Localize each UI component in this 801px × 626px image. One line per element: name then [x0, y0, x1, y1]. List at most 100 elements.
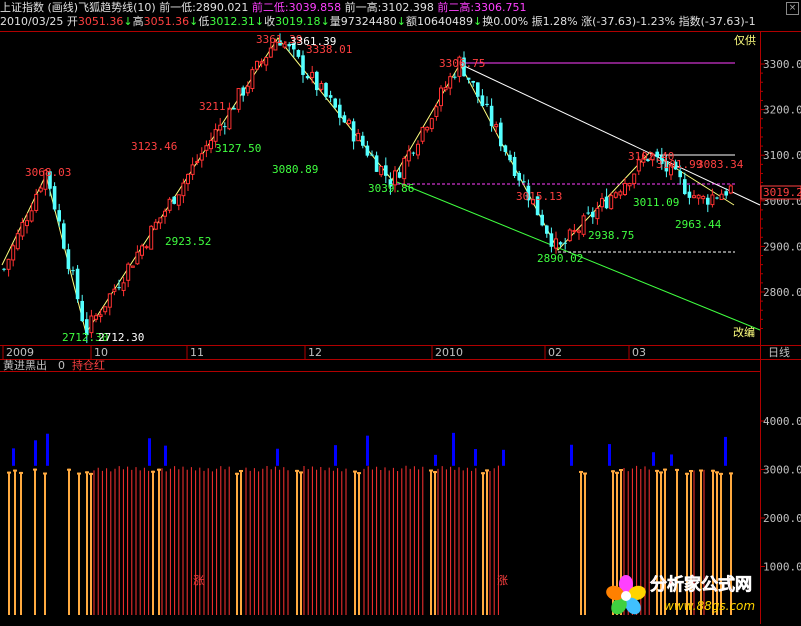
indicator-bar-orange	[240, 469, 242, 615]
candle-body	[209, 140, 213, 150]
indicator-bar-cap	[729, 472, 733, 475]
candle-body	[315, 71, 319, 91]
candle-body	[301, 55, 305, 75]
indicator-bar-orange	[158, 468, 160, 615]
candle-body	[545, 225, 549, 234]
swing-low-label: 2712.30	[98, 331, 144, 344]
candle-body	[149, 225, 154, 250]
swing-low-label: 2963.44	[675, 218, 722, 231]
stock-chart[interactable]: 3300.00 3200.00 3100.00 3000.00 2900.00 2800.…	[0, 0, 801, 624]
indicator-bar-cap	[357, 472, 361, 475]
x-tick-label: 03	[632, 346, 646, 359]
indicator-bar-cap	[659, 471, 663, 474]
swing-low-label: 3127.50	[215, 142, 261, 155]
swing-high-label: 3123.46	[131, 140, 177, 153]
indicator-bar-orange	[584, 472, 586, 615]
candle-body	[572, 230, 577, 233]
candle-body	[75, 268, 80, 300]
candle-body	[549, 233, 554, 247]
swing-labels: 3068.03 2712.30 2712.30 3123.46 2923.52 …	[25, 33, 744, 344]
candle-body	[397, 172, 402, 178]
indicator-bar-orange	[86, 471, 88, 615]
candle-body	[365, 145, 370, 156]
candle-body	[434, 106, 439, 117]
candle-body	[20, 222, 25, 237]
indicator-bar-orange	[14, 469, 16, 615]
candle-body	[683, 179, 687, 195]
candle-body	[728, 185, 733, 194]
indicator-bar-orange	[152, 470, 154, 615]
swing-high-label: 3338.01	[306, 43, 352, 56]
candle-body	[710, 194, 715, 206]
candle-body	[471, 81, 475, 83]
indicator-bar-blue	[164, 445, 167, 466]
candle-body	[342, 115, 347, 123]
indicator-bar-cap	[675, 468, 679, 471]
indicator-bar-orange	[20, 471, 22, 615]
indicator-bar-cap	[429, 469, 433, 472]
indicator-bar-cap	[299, 471, 303, 474]
indicator-bar-cap	[481, 472, 485, 475]
candle-body	[236, 88, 241, 110]
current-price-text: 3019.2	[763, 186, 801, 199]
candle-body	[15, 233, 20, 250]
indicator-bar-orange	[482, 472, 484, 615]
watermark-url: www.88gs.com	[664, 599, 755, 613]
indicator-bar-orange	[430, 469, 432, 615]
candle-body	[268, 47, 273, 58]
candle-body	[724, 191, 728, 196]
indicator-bar-cap	[157, 468, 161, 471]
candle-body	[126, 263, 131, 281]
candle-body	[144, 246, 149, 249]
x-tick-label: 2009	[6, 346, 34, 359]
period-label[interactable]: 日线	[768, 345, 790, 359]
candle-body	[402, 157, 407, 180]
candle-body	[448, 76, 453, 89]
candle-body	[310, 71, 315, 78]
swing-low-label: 3039.86	[368, 182, 414, 195]
candle-body	[264, 56, 269, 66]
swing-low-label: 3080.89	[272, 163, 318, 176]
swing-low-label: 2938.75	[588, 229, 634, 242]
candle-body	[94, 315, 98, 320]
candle-body	[701, 195, 706, 200]
indicator-bar-cap	[655, 469, 659, 472]
indicator-bar-orange	[300, 471, 302, 615]
candle-body	[554, 238, 558, 249]
indicator-bar-cap	[43, 472, 47, 475]
indicator-hold-label: 持仓红	[72, 358, 105, 372]
indicator-bar-cap	[715, 471, 719, 474]
indicator-bar-cap	[67, 468, 71, 471]
indicator-bar-orange	[296, 469, 298, 615]
rise-marker: 涨	[193, 574, 204, 587]
candle-body	[489, 105, 494, 127]
candle-body	[508, 154, 512, 161]
candle-body	[370, 154, 374, 156]
indicator-bar-blue	[608, 444, 611, 466]
candle-body	[443, 87, 448, 91]
indicator-bar-cap	[583, 472, 587, 475]
candle-body	[112, 288, 117, 292]
indicator-bar-cap	[689, 469, 693, 472]
indicator-bar-cap	[33, 468, 37, 471]
x-tick-label: 12	[308, 346, 322, 359]
candle-body	[199, 153, 204, 161]
candle-body	[186, 173, 190, 185]
indicator-bar-blue	[148, 438, 151, 466]
candle-body	[167, 198, 172, 211]
indicator-title: 黄进黑出	[3, 358, 47, 372]
watermark-text: 分析家公式网	[650, 574, 752, 595]
indicator-bar-cap	[151, 470, 155, 473]
candle-body	[586, 212, 590, 214]
indicator-y-tick-label: 3000.00	[763, 464, 801, 477]
indicator-bar-cap	[7, 471, 11, 474]
candle-body	[522, 181, 526, 183]
swing-low-label: 2923.52	[165, 235, 211, 248]
flower-logo-icon: 分析家公式网 www.88gs.com	[606, 574, 755, 615]
candle-body	[57, 210, 61, 222]
candle-body	[351, 121, 356, 142]
candle-body	[439, 87, 443, 107]
indicator-bar-blue	[12, 448, 15, 466]
indicator-y-tick-label: 4000.00	[763, 415, 801, 428]
candle-body	[466, 77, 471, 80]
